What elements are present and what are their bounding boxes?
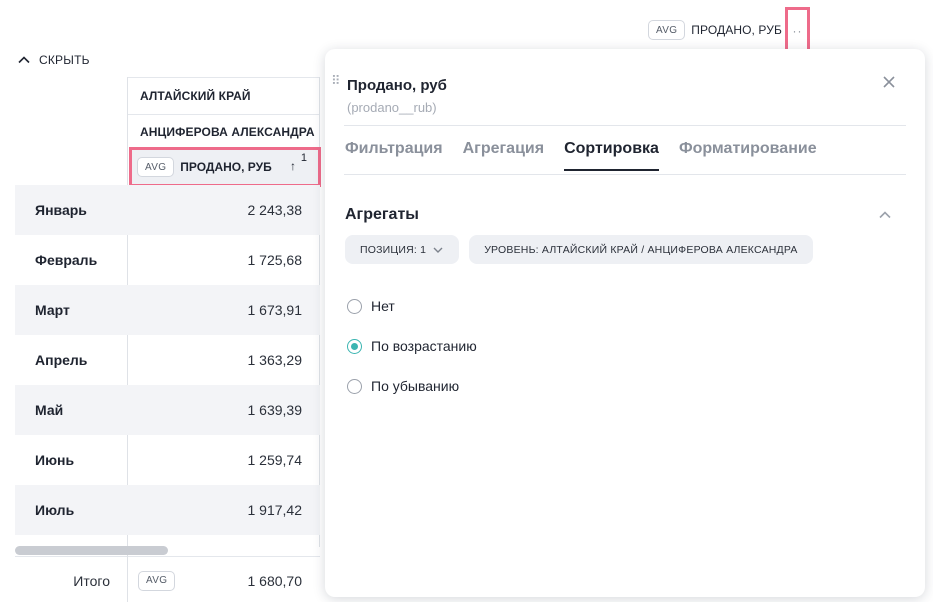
drag-handle-icon[interactable]: ⠿ — [331, 74, 340, 87]
radio-button-checked[interactable] — [347, 338, 362, 354]
total-aggregation-badge: AVG — [138, 570, 176, 591]
table-row: Январь 2 243,38 — [15, 185, 320, 235]
sort-option-descending[interactable]: По убыванию — [347, 366, 477, 406]
sort-ascending-icon: ↑ — [290, 159, 296, 173]
position-chip[interactable]: ПОЗИЦИЯ: 1 — [345, 235, 460, 264]
column-settings-panel: ⠿ Продано, руб (prodano__rub) Фильтрация… — [325, 49, 925, 597]
row-value: 1 725,68 — [247, 252, 303, 268]
sort-option-none[interactable]: Нет — [347, 286, 477, 326]
sort-option-label: По убыванию — [371, 378, 460, 394]
row-value: 2 243,38 — [247, 202, 303, 218]
region-header: АЛТАЙСКИЙ КРАЙ — [140, 89, 251, 103]
table-row: Март 1 673,91 — [15, 285, 320, 335]
row-value: 1 363,29 — [247, 352, 303, 368]
sort-option-label: По возрастанию — [371, 338, 477, 354]
tabs-divider — [344, 174, 906, 175]
row-month: Июнь — [35, 452, 75, 468]
close-icon[interactable] — [881, 74, 897, 90]
row-month: Январь — [35, 202, 87, 218]
panel-title: Продано, руб — [347, 77, 447, 94]
chevron-up-icon — [18, 56, 30, 64]
sort-option-ascending[interactable]: По возрастанию — [347, 326, 477, 366]
total-value: 1 680,70 — [247, 572, 303, 589]
panel-divider — [344, 125, 906, 126]
table-row: Февраль 1 725,68 — [15, 235, 320, 285]
column-header-top: AVG ПРОДАНО, РУБ — [648, 19, 782, 41]
grid-line — [15, 556, 320, 557]
measure-header-label: ПРОДАНО, РУБ — [180, 160, 272, 174]
table-row: Июнь 1 259,74 — [15, 435, 320, 485]
sort-position: 1 — [300, 152, 307, 164]
tab-filtering[interactable]: Фильтрация — [345, 137, 443, 171]
more-options-button[interactable]: ·· — [785, 7, 810, 53]
row-month: Март — [35, 302, 70, 318]
tab-aggregation[interactable]: Агрегация — [463, 137, 544, 171]
total-label: Итого — [73, 572, 110, 589]
row-month: Май — [35, 402, 64, 418]
level-chip-label: УРОВЕНЬ: АЛТАЙСКИЙ КРАЙ / АНЦИФЕРОВА АЛЕ… — [484, 243, 798, 256]
tab-formatting[interactable]: Форматирование — [679, 137, 817, 171]
row-month: Февраль — [35, 252, 98, 268]
section-title: Агрегаты — [345, 206, 419, 223]
radio-button[interactable] — [347, 298, 362, 314]
level-chip[interactable]: УРОВЕНЬ: АЛТАЙСКИЙ КРАЙ / АНЦИФЕРОВА АЛЕ… — [469, 235, 813, 264]
more-dots-icon: ·· — [792, 24, 803, 38]
table-row: Июль 1 917,42 — [15, 485, 320, 535]
table-row: Апрель 1 363,29 — [15, 335, 320, 385]
table-row: Май 1 639,39 — [15, 385, 320, 435]
panel-subtitle: (prodano__rub) — [347, 100, 437, 115]
sort-direction-group: Нет По возрастанию По убыванию — [347, 286, 477, 406]
chevron-up-icon[interactable] — [877, 207, 893, 223]
radio-button[interactable] — [347, 378, 362, 394]
collapse-button[interactable]: СКРЫТЬ — [17, 53, 90, 67]
aggregation-badge: AVG — [648, 20, 686, 40]
sort-chips: ПОЗИЦИЯ: 1 УРОВЕНЬ: АЛТАЙСКИЙ КРАЙ / АНЦ… — [345, 235, 813, 264]
tab-bar: Фильтрация Агрегация Сортировка Форматир… — [345, 137, 837, 171]
row-value: 1 639,39 — [247, 402, 303, 418]
collapse-label: СКРЫТЬ — [39, 53, 90, 67]
measure-aggregation-badge: AVG — [137, 157, 175, 177]
measure-header[interactable]: AVG ПРОДАНО, РУБ ↑ 1 — [129, 147, 321, 187]
row-value: 1 917,42 — [247, 502, 303, 518]
row-month: Апрель — [35, 352, 88, 368]
manager-header: АНЦИФЕРОВА АЛЕКСАНДРА — [140, 125, 315, 139]
position-chip-label: ПОЗИЦИЯ: 1 — [360, 243, 427, 256]
row-month: Июль — [35, 502, 75, 518]
chevron-down-icon — [433, 247, 443, 253]
tab-sorting[interactable]: Сортировка — [564, 137, 659, 171]
row-value: 1 673,91 — [247, 302, 303, 318]
row-value: 1 259,74 — [247, 452, 303, 468]
sort-option-label: Нет — [371, 298, 395, 314]
measure-label: ПРОДАНО, РУБ — [691, 23, 782, 37]
horizontal-scrollbar[interactable] — [15, 546, 168, 555]
total-row: Итого AVG 1 680,70 — [15, 559, 320, 602]
